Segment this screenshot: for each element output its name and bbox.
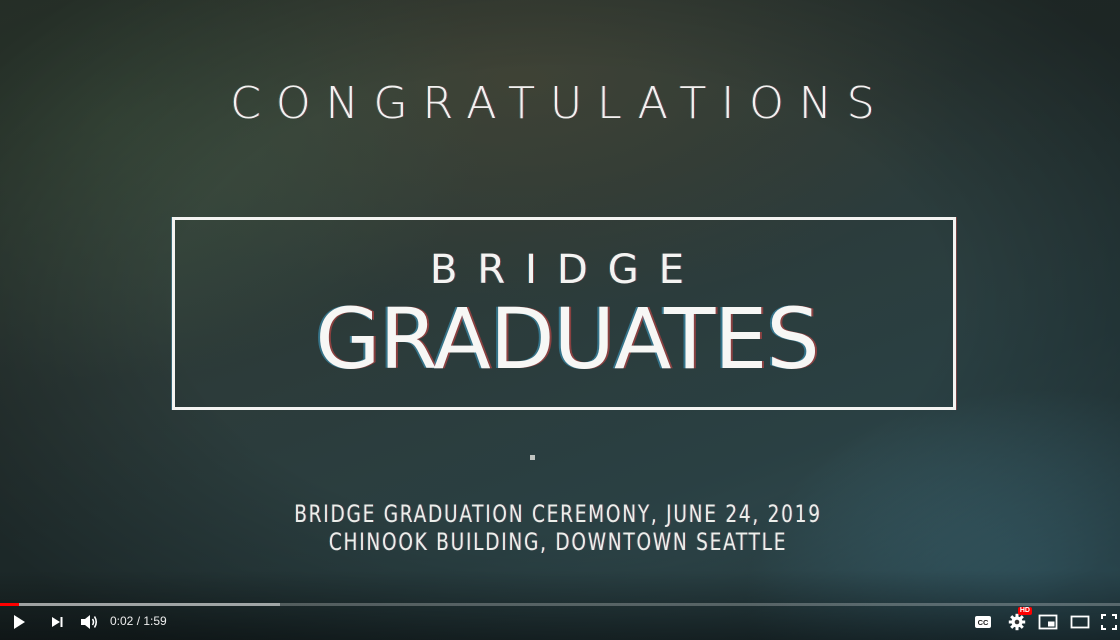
miniplayer-button[interactable] — [1037, 611, 1059, 633]
buffered-bar — [0, 603, 280, 606]
congratulations-text: CONGRATULATIONS — [230, 78, 890, 129]
event-location-line: CHINOOK BUILDING, DOWNTOWN SEATTLE — [328, 528, 788, 556]
fullscreen-button[interactable] — [1098, 611, 1120, 633]
theater-icon — [1070, 615, 1090, 629]
settings-icon — [1008, 613, 1026, 631]
volume-icon — [81, 615, 98, 629]
video-player[interactable]: CONGRATULATIONS BRIDGE GRADUATES BRIDGE … — [0, 0, 1120, 640]
theater-mode-button[interactable] — [1069, 611, 1091, 633]
bridge-text: BRIDGE — [429, 247, 705, 293]
mute-button[interactable] — [78, 611, 100, 633]
progress-bar[interactable] — [0, 603, 1120, 606]
hd-badge: HD — [1017, 607, 1032, 615]
subtitles-button[interactable]: CC — [972, 611, 994, 633]
played-bar — [0, 603, 19, 606]
time-display: 0:02 / 1:59 — [110, 614, 167, 628]
title-frame: BRIDGE GRADUATES — [172, 217, 956, 410]
fullscreen-icon — [1101, 614, 1117, 630]
svg-text:CC: CC — [978, 618, 989, 627]
event-details-line: BRIDGE GRADUATION CEREMONY, JUNE 24, 201… — [294, 500, 822, 528]
play-button[interactable] — [8, 611, 30, 633]
subtitles-icon: CC — [975, 616, 991, 628]
miniplayer-icon — [1038, 614, 1058, 630]
decorative-dot — [530, 455, 535, 460]
next-icon — [52, 617, 63, 627]
next-button[interactable] — [46, 611, 68, 633]
graduates-text: GRADUATES — [315, 290, 819, 388]
settings-button[interactable]: HD — [1006, 607, 1032, 633]
play-icon — [14, 615, 25, 629]
